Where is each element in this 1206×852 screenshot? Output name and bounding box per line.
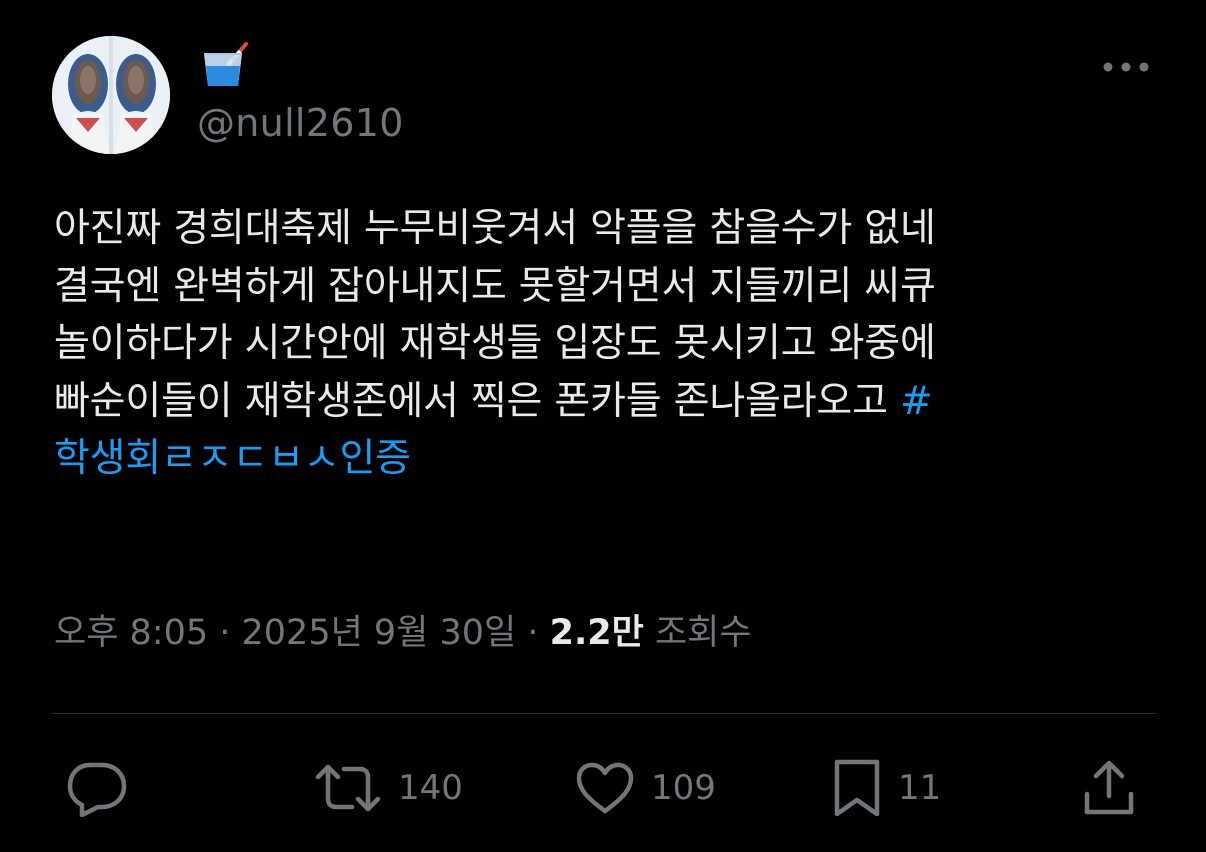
display-name[interactable] (198, 40, 254, 99)
meta-separator: · (516, 613, 550, 653)
tweet: @null2610 아진짜 경희대축제 누무비웃겨서 악플을 참을수가 없네 결… (0, 0, 1206, 852)
avatar[interactable] (52, 36, 170, 154)
retweet-icon (315, 764, 381, 812)
retweet-count: 140 (398, 768, 463, 808)
like-button[interactable]: 109 (575, 755, 716, 821)
tweet-text-line: 결국엔 완벽하게 잡아내지도 못할거면서 지들끼리 씨큐 (54, 263, 936, 309)
reply-button[interactable] (66, 755, 128, 821)
share-button[interactable] (1082, 755, 1136, 821)
retweet-button[interactable]: 140 (314, 755, 463, 821)
tweet-text-line: 놀이하다가 시간안에 재학생들 입장도 못시키고 와중에 (54, 321, 936, 366)
bookmark-count: 11 (898, 768, 942, 808)
heart-icon (576, 762, 634, 814)
views-count[interactable]: 2.2만 (550, 613, 644, 653)
tweet-time[interactable]: 오후 8:05 (54, 613, 208, 653)
hashtag-link[interactable]: 학생회ㄹㅈㄷㅂㅅ인증 (54, 430, 1164, 488)
meta-separator: · (208, 613, 242, 653)
like-count: 109 (651, 768, 716, 808)
avatar-image (52, 36, 170, 154)
divider (52, 713, 1156, 714)
tweet-meta: 오후 8:05 · 2025년 9월 30일 · 2.2만 조회수 (54, 610, 752, 656)
tweet-text-segment: 빠순이들이 재학생존에서 찍은 폰카들 존나올라오고 (54, 378, 900, 424)
tweet-date[interactable]: 2025년 9월 30일 (242, 613, 517, 653)
reply-icon (67, 762, 127, 817)
views-label: 조회수 (643, 613, 752, 653)
hashtag-link-start[interactable]: # (900, 379, 933, 424)
share-icon (1084, 760, 1134, 815)
tweet-text-line: 아진짜 경희대축제 누무비웃겨서 악플을 참을수가 없네 (54, 206, 936, 251)
tweet-text: 아진짜 경희대축제 누무비웃겨서 악플을 참을수가 없네 결국엔 완벽하게 잡아… (54, 200, 1164, 488)
drink-emoji-icon (204, 42, 248, 86)
more-dots-icon (1103, 62, 1149, 72)
bookmark-button[interactable]: 11 (832, 755, 941, 821)
user-handle[interactable]: @null2610 (197, 100, 404, 146)
more-options-button[interactable] (1098, 50, 1154, 84)
tweet-text-line: 빠순이들이 재학생존에서 찍은 폰카들 존나올라오고 # (54, 373, 1164, 431)
bookmark-icon (834, 759, 880, 817)
